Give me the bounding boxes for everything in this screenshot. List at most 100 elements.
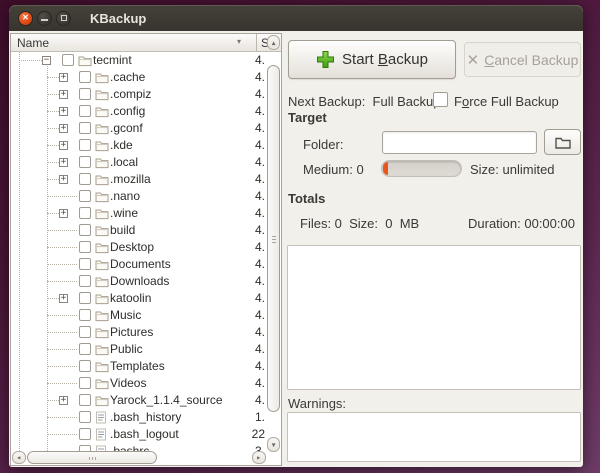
force-full-backup-label[interactable]: Force Full Backup	[454, 94, 559, 109]
tree-row[interactable]: +.cache4.	[11, 69, 281, 86]
tree-row[interactable]: Music4.	[11, 307, 281, 324]
row-checkbox[interactable]	[79, 88, 91, 100]
tree-row[interactable]: .bash_history1.	[11, 409, 281, 426]
medium-usage-meter	[381, 160, 462, 177]
vertical-scroll-thumb[interactable]	[267, 65, 280, 412]
row-checkbox[interactable]	[79, 105, 91, 117]
expander-icon[interactable]: −	[42, 56, 51, 65]
tree-row[interactable]: +Yarock_1.1.4_source4.	[11, 392, 281, 409]
row-checkbox[interactable]	[79, 394, 91, 406]
expander-icon[interactable]: +	[59, 124, 68, 133]
tree-row[interactable]: +.gconf4.	[11, 120, 281, 137]
scroll-left-button[interactable]: ◀	[12, 451, 26, 464]
meter-fill	[383, 162, 388, 175]
item-name: .mozilla	[110, 172, 151, 186]
horizontal-scroll-thumb[interactable]	[27, 451, 157, 464]
force-full-backup-checkbox[interactable]	[433, 92, 448, 107]
expander-icon[interactable]: +	[59, 294, 68, 303]
tree-row[interactable]: .bashrc3.	[11, 443, 281, 451]
row-checkbox[interactable]	[79, 241, 91, 253]
row-checkbox[interactable]	[79, 377, 91, 389]
maximize-button[interactable]	[56, 11, 71, 26]
row-checkbox[interactable]	[79, 190, 91, 202]
tree-row[interactable]: Videos4.	[11, 375, 281, 392]
row-checkbox[interactable]	[79, 258, 91, 270]
expander-icon[interactable]: +	[59, 209, 68, 218]
folder-browse-button[interactable]	[544, 129, 581, 155]
tree-row[interactable]: build4.	[11, 222, 281, 239]
column-separator[interactable]	[256, 34, 257, 51]
warnings-area[interactable]	[287, 412, 581, 462]
progress-log-area[interactable]	[287, 245, 581, 390]
row-checkbox[interactable]	[79, 326, 91, 338]
tree-row[interactable]: Desktop4.	[11, 239, 281, 256]
row-checkbox[interactable]	[79, 309, 91, 321]
folder-icon	[95, 224, 109, 237]
row-checkbox[interactable]	[79, 360, 91, 372]
row-checkbox[interactable]	[79, 173, 91, 185]
tree-row[interactable]: Pictures4.	[11, 324, 281, 341]
folder-icon	[95, 88, 109, 101]
column-header-name[interactable]: Name	[17, 36, 49, 50]
row-checkbox[interactable]	[79, 292, 91, 304]
tree-row[interactable]: +.mozilla4.	[11, 171, 281, 188]
expander-icon[interactable]: +	[59, 107, 68, 116]
tree-row[interactable]: +.local4.	[11, 154, 281, 171]
row-checkbox[interactable]	[79, 428, 91, 440]
cancel-backup-button[interactable]: ✕ Cancel Backup	[464, 42, 581, 77]
tree-row[interactable]: +katoolin4.	[11, 290, 281, 307]
row-checkbox[interactable]	[79, 275, 91, 287]
row-checkbox[interactable]	[62, 54, 74, 66]
tree-row[interactable]: −tecmint4.	[11, 52, 281, 69]
tree-connector	[47, 366, 77, 367]
tree-row[interactable]: Templates4.	[11, 358, 281, 375]
minimize-button[interactable]	[37, 11, 52, 26]
row-checkbox[interactable]	[79, 71, 91, 83]
expander-icon[interactable]: +	[59, 175, 68, 184]
tree-row[interactable]: Documents4.	[11, 256, 281, 273]
item-size: 4.	[255, 308, 265, 322]
tree-row[interactable]: .bash_logout22	[11, 426, 281, 443]
row-checkbox[interactable]	[79, 343, 91, 355]
tree-row[interactable]: +.compiz4.	[11, 86, 281, 103]
item-size: 3.	[255, 444, 265, 451]
vertical-scrollbar[interactable]: ▲ ▼	[267, 35, 280, 452]
start-backup-button[interactable]: Start Backup	[288, 40, 456, 79]
scroll-right-icon: ▶	[257, 455, 260, 460]
tree-row[interactable]: +.config4.	[11, 103, 281, 120]
scroll-down-button[interactable]: ▼	[267, 437, 280, 452]
row-checkbox[interactable]	[79, 156, 91, 168]
item-name: build	[110, 223, 135, 237]
tree-connector	[47, 213, 59, 214]
row-checkbox[interactable]	[79, 224, 91, 236]
tree-row[interactable]: +.wine4.	[11, 205, 281, 222]
row-checkbox[interactable]	[79, 139, 91, 151]
item-name: Desktop	[110, 240, 154, 254]
folder-icon	[95, 122, 109, 135]
folder-input[interactable]	[382, 131, 537, 154]
titlebar[interactable]: ✕ KBackup	[9, 5, 583, 31]
horizontal-scrollbar[interactable]: ◀ ▶	[12, 451, 266, 464]
tree-row[interactable]: .nano4.	[11, 188, 281, 205]
expander-icon[interactable]: +	[59, 73, 68, 82]
expander-icon[interactable]: +	[59, 396, 68, 405]
tree-list: −tecmint4.+.cache4.+.compiz4.+.config4.+…	[11, 52, 281, 451]
tree-row[interactable]: +.kde4.	[11, 137, 281, 154]
row-checkbox[interactable]	[79, 207, 91, 219]
scroll-up-button[interactable]: ▲	[267, 35, 280, 50]
scroll-right-button[interactable]: ▶	[252, 451, 266, 464]
close-button[interactable]: ✕	[18, 11, 33, 26]
tree-row[interactable]: Public4.	[11, 341, 281, 358]
expander-icon[interactable]: +	[59, 158, 68, 167]
tree-header[interactable]: Name ▾ Si	[11, 34, 281, 52]
tree-connector	[47, 281, 77, 282]
start-backup-label: Start Backup	[342, 51, 428, 68]
tree-row[interactable]: Downloads4.	[11, 273, 281, 290]
folder-icon	[95, 394, 109, 407]
expander-icon[interactable]: +	[59, 90, 68, 99]
row-checkbox[interactable]	[79, 411, 91, 423]
row-checkbox[interactable]	[79, 122, 91, 134]
cancel-backup-label: Cancel Backup	[484, 52, 578, 68]
expander-icon[interactable]: +	[59, 141, 68, 150]
thumb-grip	[272, 239, 276, 240]
